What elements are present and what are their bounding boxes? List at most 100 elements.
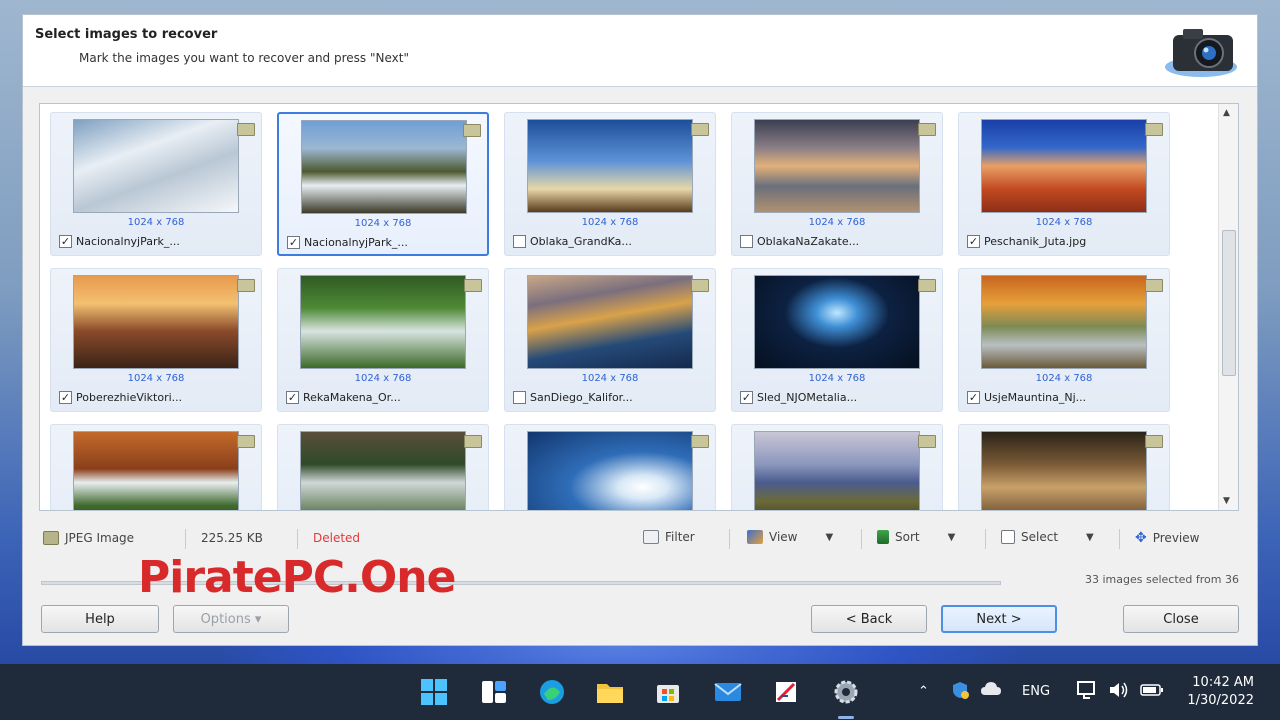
thumbnail-image: [981, 275, 1147, 369]
chevron-down-icon[interactable]: ▼: [1086, 532, 1094, 543]
image-tile[interactable]: [731, 424, 943, 510]
watermark-text: PiratePC.One: [138, 552, 456, 603]
image-dimensions: 1024 x 768: [581, 217, 639, 228]
mail-button[interactable]: [712, 676, 744, 708]
image-tile[interactable]: 1024 x 768 OblakaNaZakate...: [731, 112, 943, 256]
help-button[interactable]: Help: [41, 605, 159, 633]
image-tile-selected[interactable]: 1024 x 768 ✓ NacionalnyjPark_...: [277, 112, 489, 256]
image-dimensions: 1024 x 768: [808, 217, 866, 228]
widgets-button[interactable]: [478, 676, 510, 708]
checkbox-icon: [1001, 530, 1015, 544]
file-name: OblakaNaZakate...: [757, 235, 860, 248]
cloud-icon[interactable]: [980, 680, 1002, 702]
status-toolbar: JPEG Image 225.25 KB Deleted Filter View…: [39, 523, 1239, 553]
select-checkbox[interactable]: ✓: [967, 391, 980, 404]
file-name: PoberezhieViktori...: [76, 391, 183, 404]
scroll-down-icon[interactable]: ▼: [1223, 496, 1230, 506]
image-tile[interactable]: 1024 x 768 Oblaka_GrandKa...: [504, 112, 716, 256]
edge-browser-button[interactable]: [536, 676, 568, 708]
vertical-scrollbar[interactable]: ▲ ▼: [1218, 104, 1238, 510]
next-button[interactable]: Next >: [941, 605, 1057, 633]
image-tile[interactable]: 1024 x 768 ✓ RekaMakena_Or...: [277, 268, 489, 412]
chevron-up-icon[interactable]: ⌃: [918, 684, 929, 699]
store-button[interactable]: [652, 676, 684, 708]
preview-button[interactable]: ✥ Preview: [1135, 530, 1199, 546]
file-name-row: OblakaNaZakate...: [740, 235, 859, 248]
image-tile[interactable]: 1024 x 768 SanDiego_Kalifor...: [504, 268, 716, 412]
file-type-icon: [464, 279, 482, 292]
file-type-icon: [237, 123, 255, 136]
start-button[interactable]: [418, 676, 450, 708]
thumbnail-image: [73, 431, 239, 510]
file-name-row: ✓ RekaMakena_Or...: [286, 391, 401, 404]
file-type-label: JPEG Image: [65, 531, 135, 545]
battery-icon[interactable]: [1140, 682, 1164, 702]
view-button[interactable]: View ▼: [747, 530, 833, 544]
select-checkbox[interactable]: [513, 391, 526, 404]
gear-icon: [834, 680, 858, 704]
image-tile[interactable]: 1024 x 768 ✓ Peschanik_Juta.jpg: [958, 112, 1170, 256]
file-size-status: 225.25 KB: [201, 531, 263, 545]
file-type-icon: [691, 435, 709, 448]
file-type-icon: [1145, 123, 1163, 136]
view-label: View: [769, 530, 798, 544]
sort-button[interactable]: Sort ▼: [877, 530, 955, 544]
image-tile[interactable]: 1024 x 768 ✓ Sled_NJOMetalia...: [731, 268, 943, 412]
network-icon[interactable]: [1076, 680, 1098, 704]
thumbnail-image: [300, 275, 466, 369]
select-button[interactable]: Select ▼: [1001, 530, 1094, 544]
select-checkbox[interactable]: [513, 235, 526, 248]
system-clock[interactable]: 10:42 AM 1/30/2022: [1187, 674, 1254, 710]
file-type-icon: [1145, 279, 1163, 292]
clock-date: 1/30/2022: [1187, 693, 1254, 708]
scrollbar-thumb[interactable]: [1222, 230, 1236, 376]
chevron-down-icon[interactable]: ▼: [825, 532, 833, 543]
select-checkbox[interactable]: ✓: [286, 391, 299, 404]
select-checkbox[interactable]: ✓: [287, 236, 300, 249]
select-checkbox[interactable]: ✓: [967, 235, 980, 248]
camera-logo-icon: [1165, 29, 1237, 77]
filter-button[interactable]: Filter: [643, 530, 695, 544]
select-checkbox[interactable]: ✓: [740, 391, 753, 404]
scroll-up-icon[interactable]: ▲: [1223, 108, 1230, 118]
file-size-label: 225.25 KB: [201, 531, 263, 545]
select-checkbox[interactable]: ✓: [59, 235, 72, 248]
security-shield-icon[interactable]: [950, 680, 970, 704]
thumbnail-image: [981, 431, 1147, 510]
language-indicator[interactable]: ENG: [1022, 684, 1050, 699]
file-name-row: ✓ Peschanik_Juta.jpg: [967, 235, 1086, 248]
image-tile[interactable]: [277, 424, 489, 510]
options-button[interactable]: Options ▾: [173, 605, 289, 633]
image-dimensions: 1024 x 768: [354, 373, 412, 384]
divider: [729, 529, 730, 549]
file-explorer-button[interactable]: [594, 676, 626, 708]
image-tile[interactable]: 1024 x 768 ✓ NacionalnyjPark_...: [50, 112, 262, 256]
file-name: RekaMakena_Or...: [303, 391, 401, 404]
file-type-icon: [691, 123, 709, 136]
file-type-icon: [464, 435, 482, 448]
snipping-tool-icon: [776, 682, 796, 702]
settings-button[interactable]: [830, 676, 862, 708]
image-tile[interactable]: [504, 424, 716, 510]
file-name: SanDiego_Kalifor...: [530, 391, 633, 404]
snipping-tool-button[interactable]: [770, 676, 802, 708]
chevron-down-icon[interactable]: ▼: [948, 532, 956, 543]
edge-icon: [540, 680, 564, 704]
select-checkbox[interactable]: ✓: [59, 391, 72, 404]
image-tile[interactable]: 1024 x 768 ✓ UsjeMauntina_Nj...: [958, 268, 1170, 412]
image-tile[interactable]: [50, 424, 262, 510]
divider: [861, 529, 862, 549]
image-tile[interactable]: 1024 x 768 ✓ PoberezhieViktori...: [50, 268, 262, 412]
thumbnail-image: [754, 275, 920, 369]
image-dimensions: 1024 x 768: [581, 373, 639, 384]
thumbnail-image: [73, 275, 239, 369]
image-grid: 1024 x 768 ✓ NacionalnyjPark_... 1024 x …: [50, 112, 1200, 510]
select-checkbox[interactable]: [740, 235, 753, 248]
back-button[interactable]: < Back: [811, 605, 927, 633]
volume-icon[interactable]: [1108, 680, 1130, 704]
close-button[interactable]: Close: [1123, 605, 1239, 633]
store-icon: [657, 685, 679, 703]
file-name-row: ✓ NacionalnyjPark_...: [59, 235, 180, 248]
taskbar: ⌃ ENG 10:42 AM 1/30/2022: [0, 664, 1280, 720]
image-tile[interactable]: [958, 424, 1170, 510]
